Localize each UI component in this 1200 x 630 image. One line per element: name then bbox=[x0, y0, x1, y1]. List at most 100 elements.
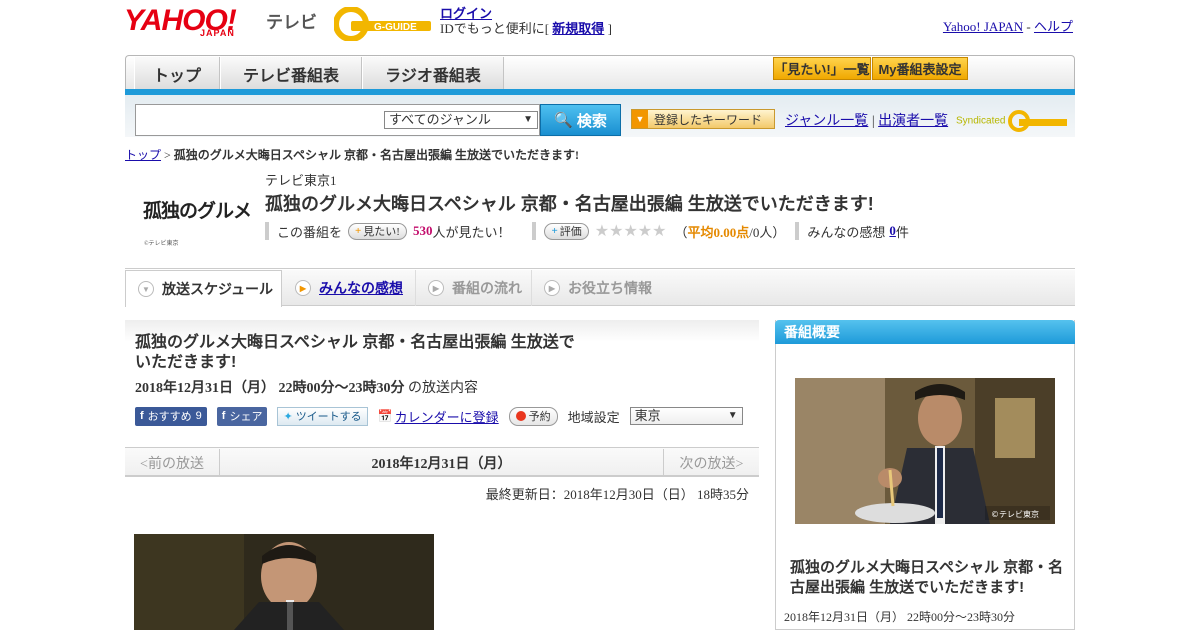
main-nav: トップ テレビ番組表 ラジオ番組表 「見たい!」一覧 My番組表設定 bbox=[125, 55, 1075, 91]
play-icon: ▶ bbox=[544, 280, 560, 296]
breadcrumb-current: 孤独のグルメ大晦日スペシャル 京都・名古屋出張編 生放送でいただきます! bbox=[173, 148, 579, 162]
chevron-down-icon: ▼ bbox=[523, 114, 533, 125]
tab-label: みんなの感想 bbox=[319, 280, 403, 296]
share-row: f おすすめ 9 f シェア ✦ ツイートする 📅 カレンダーに登録 予約 地域… bbox=[135, 406, 743, 426]
tab-tv-listings[interactable]: テレビ番組表 bbox=[220, 57, 362, 90]
program-photo: ©テレビ東京 bbox=[795, 378, 1055, 524]
syndicated-label: Syndicated bbox=[956, 115, 1006, 127]
top-links: Yahoo! JAPAN - ヘルプ bbox=[943, 16, 1073, 35]
fb-recommend-label: おすすめ bbox=[147, 411, 192, 423]
svg-text:G-GUIDE: G-GUIDE bbox=[374, 22, 417, 33]
broadcast-title: 孤独のグルメ大晦日スペシャル 京都・名古屋出張編 生放送でいただきます! bbox=[135, 334, 575, 371]
yahoo-japan-link[interactable]: Yahoo! JAPAN bbox=[943, 19, 1023, 34]
syndicated-gguide-logo: Syndicated bbox=[956, 110, 1068, 132]
performer-list-link[interactable]: 出演者一覧 bbox=[878, 114, 948, 129]
sidebar-program-title: 孤独のグルメ大晦日スペシャル 京都・名古屋出張編 生放送でいただきます! bbox=[790, 559, 1064, 596]
reviews-suffix: 件 bbox=[895, 224, 909, 240]
login-link[interactable]: ログイン bbox=[440, 6, 492, 21]
breadcrumb: トップ > 孤独のグルメ大晦日スペシャル 京都・名古屋出張編 生放送でいただきま… bbox=[125, 146, 579, 163]
tweet-button[interactable]: ✦ ツイートする bbox=[277, 406, 368, 426]
sidebar-header: 番組概要 bbox=[775, 320, 1075, 344]
facebook-recommend-button[interactable]: f おすすめ 9 bbox=[135, 406, 207, 426]
want-list-button[interactable]: 「見たい!」一覧 bbox=[773, 57, 871, 80]
episode-photo bbox=[134, 534, 434, 630]
tab-reviews[interactable]: ▶ みんなの感想 bbox=[283, 270, 415, 306]
divider bbox=[795, 222, 800, 240]
want-button[interactable]: + 見たい! bbox=[348, 222, 407, 240]
tab-label: 番組の流れ bbox=[452, 280, 522, 296]
channel-name: テレビ東京1 bbox=[265, 173, 337, 188]
calendar-button[interactable]: 📅 カレンダーに登録 bbox=[378, 407, 499, 426]
facebook-icon: f bbox=[221, 410, 226, 422]
search-icon: 🔍 bbox=[554, 112, 573, 129]
calendar-icon: 📅 bbox=[377, 408, 393, 423]
want-count: 530 bbox=[412, 223, 433, 238]
rating-button[interactable]: + 評価 bbox=[544, 222, 589, 240]
genre-select[interactable]: すべてのジャンル ▼ bbox=[384, 111, 538, 129]
broadcast-date-value: 2018年12月31日（月） 22時00分～23時30分 bbox=[135, 381, 405, 396]
region-select[interactable]: 東京 ▼ bbox=[629, 407, 743, 425]
top-links-separator: - bbox=[1026, 19, 1031, 34]
prev-broadcast-link[interactable]: <前の放送 bbox=[125, 449, 220, 476]
search-links-divider: | bbox=[871, 114, 875, 129]
avg-rating: 平均0.00点 bbox=[687, 224, 750, 240]
region-label: 地域設定 bbox=[567, 409, 620, 425]
rating-stars: ★★★★★ bbox=[594, 223, 667, 240]
tab-label: 放送スケジュール bbox=[162, 281, 274, 297]
login-suffix: ] bbox=[607, 21, 612, 36]
search-links: ジャンル一覧 | 出演者一覧 bbox=[785, 110, 948, 130]
play-icon: ▶ bbox=[295, 280, 311, 296]
photo-credit: ©テレビ東京 bbox=[991, 509, 1039, 519]
breadcrumb-top[interactable]: トップ bbox=[125, 148, 161, 162]
chevron-down-icon: ▼ bbox=[138, 281, 154, 297]
record-icon bbox=[515, 411, 526, 421]
breadcrumb-separator: > bbox=[164, 148, 171, 162]
this-program-label: この番組を bbox=[277, 224, 343, 240]
login-prefix: IDでもっと便利に[ bbox=[440, 21, 550, 36]
help-link[interactable]: ヘルプ bbox=[1034, 19, 1073, 34]
avg-suffix: /0人） bbox=[749, 224, 786, 240]
calendar-link[interactable]: カレンダーに登録 bbox=[395, 407, 499, 426]
tab-radio-listings[interactable]: ラジオ番組表 bbox=[362, 57, 504, 90]
tab-top[interactable]: トップ bbox=[134, 57, 220, 90]
genre-select-value: すべてのジャンル bbox=[389, 112, 491, 127]
search-button[interactable]: 🔍 検索 bbox=[540, 104, 621, 136]
tab-broadcast-schedule[interactable]: ▼ 放送スケジュール bbox=[125, 270, 282, 307]
next-broadcast-link[interactable]: 次の放送> bbox=[663, 449, 759, 476]
tab-useful-info[interactable]: ▶ お役立ち情報 bbox=[531, 270, 661, 306]
program-title: 孤独のグルメ大晦日スペシャル 京都・名古屋出張編 生放送でいただきます! bbox=[265, 194, 874, 214]
program-logo: 孤独のグルメ bbox=[143, 201, 252, 222]
avg-prefix: （ bbox=[674, 224, 688, 240]
facebook-share-button[interactable]: f シェア bbox=[216, 406, 268, 426]
divider-line bbox=[125, 268, 1075, 269]
pager-date: 2018年12月31日（月） bbox=[371, 456, 512, 472]
sidebar-program-date: 2018年12月31日（月） 22時00分～23時30分 bbox=[784, 610, 1016, 624]
divider bbox=[532, 222, 537, 240]
keyword-button[interactable]: ▼ 登録したキーワード bbox=[631, 109, 775, 129]
facebook-icon: f bbox=[140, 410, 144, 422]
want-button-label: 見たい! bbox=[363, 226, 400, 238]
region-value: 東京 bbox=[634, 408, 661, 423]
search-button-label: 検索 bbox=[576, 112, 607, 130]
program-subtabs: ▼ 放送スケジュール ▶ みんなの感想 ▶ 番組の流れ ▶ お役立ち情報 bbox=[125, 270, 1075, 307]
want-suffix: 人が見たい！ bbox=[432, 224, 511, 240]
signup-link[interactable]: 新規取得 bbox=[552, 21, 604, 36]
fb-share-label: シェア bbox=[229, 411, 263, 423]
genre-list-link[interactable]: ジャンル一覧 bbox=[785, 114, 868, 129]
gguide-logo[interactable]: G-GUIDE bbox=[333, 6, 434, 42]
program-info-row: この番組を + 見たい! 530 人が見たい！ + 評価 ★★★★★ （ 平均0.0… bbox=[265, 221, 909, 241]
triangle-down-icon: ▼ bbox=[632, 110, 648, 128]
program-logo-copyright: ©テレビ東京 bbox=[144, 241, 179, 247]
fb-recommend-count: 9 bbox=[195, 410, 202, 422]
yahoo-logo-sub: JAPAN bbox=[200, 28, 235, 38]
plus-icon: + bbox=[551, 225, 558, 237]
tab-program-flow[interactable]: ▶ 番組の流れ bbox=[415, 270, 531, 306]
reserve-button[interactable]: 予約 bbox=[508, 406, 558, 426]
twitter-bird-icon: ✦ bbox=[283, 410, 293, 423]
my-settings-button[interactable]: My番組表設定 bbox=[872, 57, 968, 80]
last-updated: 最終更新日：2018年12月30日（日） 18時35分 bbox=[485, 487, 749, 502]
play-icon: ▶ bbox=[428, 280, 444, 296]
service-name[interactable]: テレビ bbox=[266, 8, 317, 33]
reserve-label: 予約 bbox=[528, 411, 551, 423]
login-box: ログイン IDでもっと便利に[ 新規取得 ] bbox=[440, 6, 612, 36]
